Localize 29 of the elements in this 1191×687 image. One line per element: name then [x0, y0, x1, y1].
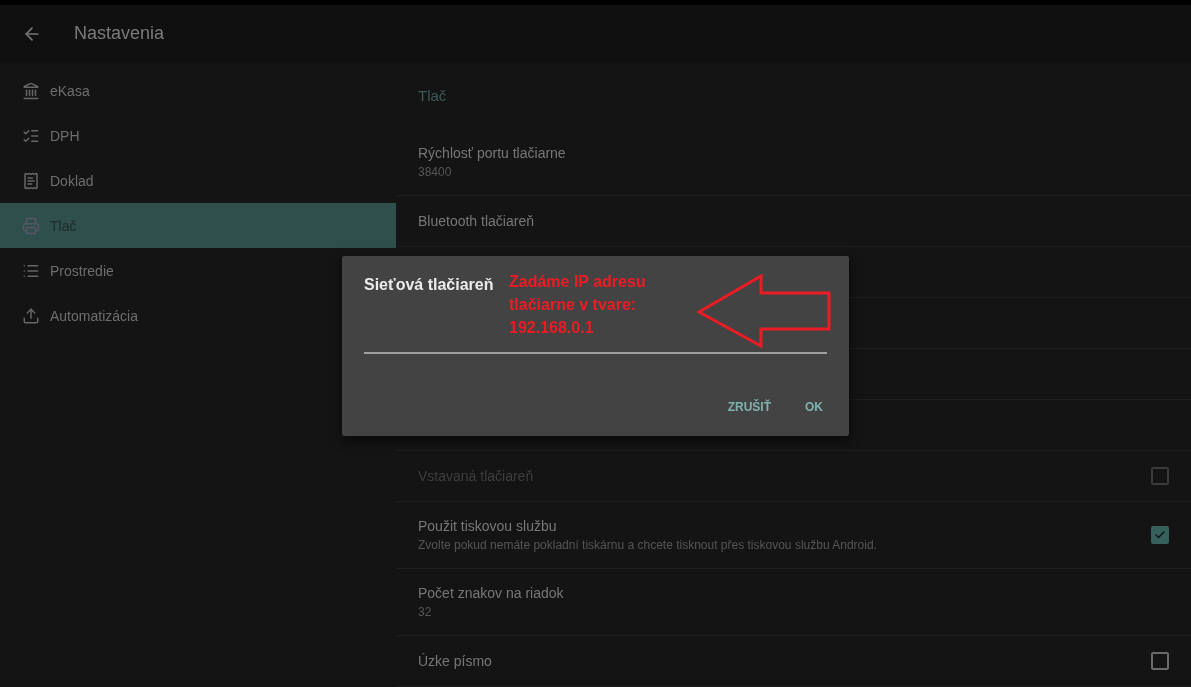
check-icon: [1154, 529, 1166, 541]
annotation-text: tlačiarne v tvare:: [509, 295, 638, 315]
dialog-button[interactable]: ZRUŠIŤ: [723, 398, 775, 416]
setting-title: Počet znakov na riadok: [418, 585, 565, 601]
setting-summary: 38400: [418, 165, 453, 179]
dialog-title: Sieťová tlačiareň: [364, 276, 494, 294]
annotation-text: 192.168.0.1: [509, 318, 595, 338]
printer-icon: [22, 216, 40, 235]
sidebar-item[interactable]: eKasa: [0, 68, 322, 113]
sidebar-item[interactable]: DPH: [0, 113, 322, 158]
setting-summary: 32: [418, 605, 433, 619]
bank-icon: [22, 81, 40, 100]
checkbox[interactable]: [1151, 526, 1169, 544]
annotation-text: Zadáme IP adresu: [509, 272, 646, 292]
sidebar-item[interactable]: Prostredie: [0, 248, 322, 293]
setting-title: Bluetooth tlačiareň: [418, 213, 535, 229]
setting-title: Rýchlosť portu tlačiarne: [418, 145, 567, 161]
setting-title: Úzke písmo: [418, 653, 493, 669]
section-title: Tlač: [417, 86, 448, 106]
dialog-button[interactable]: OK: [801, 398, 827, 416]
setting-title: Použit tiskovou službu: [418, 518, 558, 534]
checkbox[interactable]: [1151, 652, 1169, 670]
app-bar-title: Nastavenia: [74, 23, 165, 45]
upload-icon: [22, 306, 40, 325]
setting-summary: Zvolte pokud nemáte pokladní tiskárnu a chcete tisknout přes tiskovou službu Android.: [418, 538, 878, 552]
sidebar-item[interactable]: Doklad: [0, 158, 322, 203]
sidebar-item[interactable]: Automatizácia: [0, 293, 322, 338]
receipt-icon: [22, 171, 40, 190]
arrow-icon: [697, 274, 831, 349]
